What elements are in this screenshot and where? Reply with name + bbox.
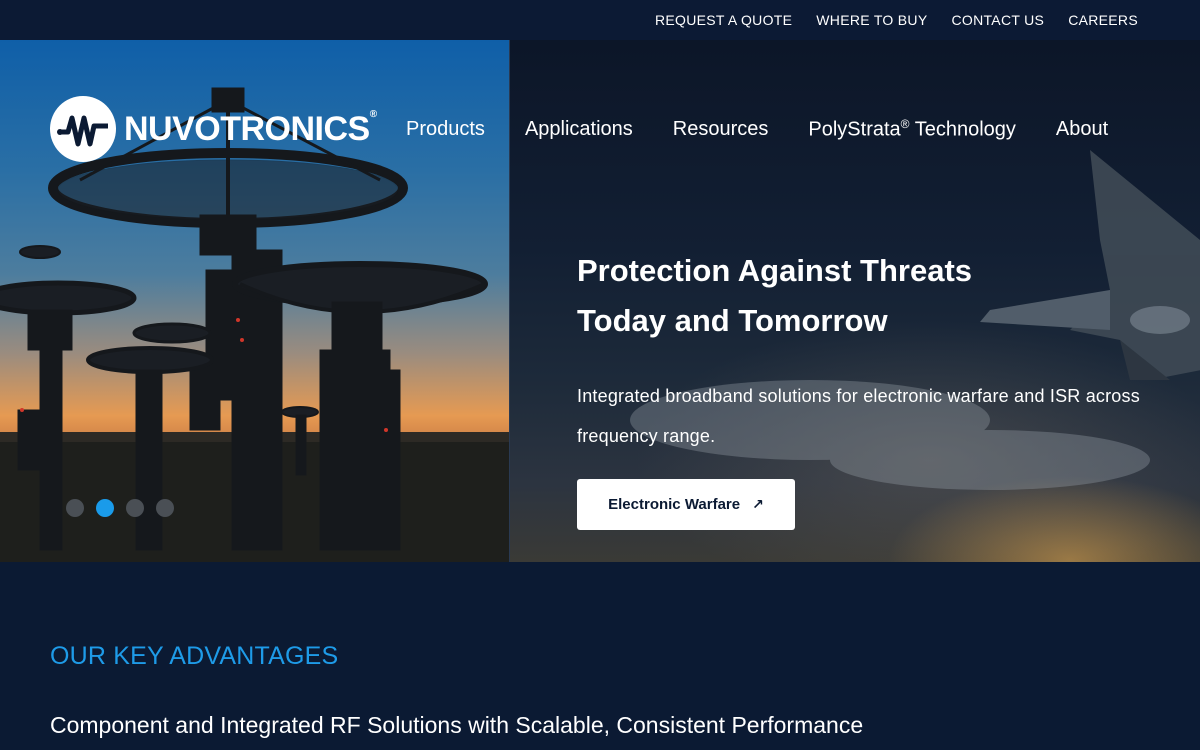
carousel-dots (66, 499, 174, 517)
nav-resources[interactable]: Resources (673, 118, 769, 141)
hero-section: NUVOTRONICS® Products Applications Resou… (0, 40, 1200, 562)
nav-applications[interactable]: Applications (525, 118, 633, 141)
hero-title: Protection Against Threats Today and Tomo… (577, 253, 973, 338)
carousel-dot-2[interactable] (96, 499, 114, 517)
logo-mark-icon (50, 96, 116, 162)
carousel-dot-1[interactable] (66, 499, 84, 517)
nav-polystrata-technology[interactable]: PolyStrata® Technology (808, 117, 1016, 142)
where-to-buy-link[interactable]: WHERE TO BUY (816, 12, 927, 28)
advantages-heading: OUR KEY ADVANTAGES (50, 642, 339, 670)
logo-wordmark: NUVOTRONICS® (124, 109, 377, 148)
key-advantages-section: OUR KEY ADVANTAGES Component and Integra… (0, 562, 1200, 750)
hero-copy: Protection Against Threats Today and Tomo… (577, 246, 1200, 456)
utility-nav: REQUEST A QUOTE WHERE TO BUY CONTACT US … (655, 0, 1138, 40)
electronic-warfare-button[interactable]: Electronic Warfare ↗ (577, 479, 795, 530)
main-nav: Products Applications Resources PolyStra… (406, 117, 1108, 142)
carousel-dot-3[interactable] (126, 499, 144, 517)
advantages-subheading: Component and Integrated RF Solutions wi… (50, 712, 864, 738)
utility-bar: REQUEST A QUOTE WHERE TO BUY CONTACT US … (0, 0, 1200, 40)
nav-about[interactable]: About (1056, 118, 1108, 141)
nav-products[interactable]: Products (406, 118, 485, 141)
contact-us-link[interactable]: CONTACT US (951, 12, 1044, 28)
nuvotronics-logo[interactable]: NUVOTRONICS® (50, 96, 377, 162)
request-quote-link[interactable]: REQUEST A QUOTE (655, 12, 792, 28)
careers-link[interactable]: CAREERS (1068, 12, 1138, 28)
hero-description: Integrated broadband solutions for elect… (577, 386, 1140, 446)
arrow-up-right-icon: ↗ (752, 496, 764, 512)
cta-label: Electronic Warfare (608, 496, 741, 513)
carousel-dot-4[interactable] (156, 499, 174, 517)
